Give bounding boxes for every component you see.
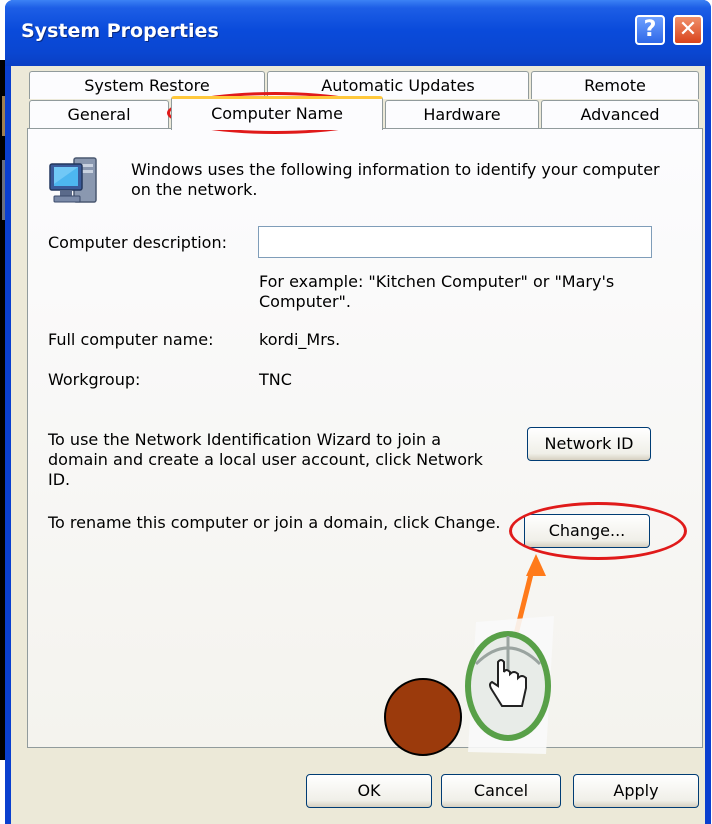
- help-button[interactable]: ?: [635, 15, 665, 45]
- network-id-button[interactable]: Network ID: [527, 427, 651, 461]
- cancel-button[interactable]: Cancel: [441, 774, 561, 808]
- tab-label: Hardware: [423, 105, 501, 124]
- tab-label: Automatic Updates: [321, 76, 475, 95]
- full-computer-name-label: Full computer name:: [48, 330, 214, 349]
- network-wizard-text: To use the Network Identification Wizard…: [48, 430, 483, 489]
- tab-general[interactable]: General: [29, 100, 169, 128]
- window-title: System Properties: [21, 20, 219, 42]
- close-icon: ✕: [678, 17, 698, 42]
- title-bar[interactable]: System Properties ? ✕: [5, 0, 711, 66]
- pointer-arrow-head: [526, 554, 546, 576]
- close-button[interactable]: ✕: [673, 15, 703, 45]
- tab-label: Computer Name: [211, 104, 343, 123]
- example-text: For example: "Kitchen Computer" or "Mary…: [259, 272, 615, 311]
- intro-text: Windows uses the following information t…: [131, 160, 660, 199]
- change-button-highlight: [509, 502, 687, 560]
- tab-label: Advanced: [580, 105, 660, 124]
- tab-computer-name[interactable]: Computer Name: [171, 96, 383, 130]
- mouse-pointer-icon: [465, 616, 554, 754]
- tab-advanced[interactable]: Advanced: [541, 100, 699, 128]
- tab-hardware[interactable]: Hardware: [385, 100, 539, 128]
- computer-description-input[interactable]: [258, 226, 652, 258]
- workgroup-label: Workgroup:: [48, 370, 141, 389]
- tab-label: Remote: [584, 76, 646, 95]
- tab-label: System Restore: [84, 76, 210, 95]
- full-computer-name-value: kordi_Mrs.: [259, 330, 341, 349]
- computer-icon: [49, 157, 97, 203]
- tab-remote[interactable]: Remote: [531, 71, 699, 99]
- apply-button[interactable]: Apply: [573, 774, 699, 808]
- tab-label: General: [67, 105, 131, 124]
- ok-button[interactable]: OK: [306, 774, 432, 808]
- computer-description-label: Computer description:: [48, 233, 227, 252]
- rename-text: To rename this computer or join a domain…: [48, 513, 501, 532]
- help-icon: ?: [643, 17, 657, 42]
- cursor-marker-dot: [384, 678, 462, 756]
- workgroup-value: TNC: [259, 370, 292, 389]
